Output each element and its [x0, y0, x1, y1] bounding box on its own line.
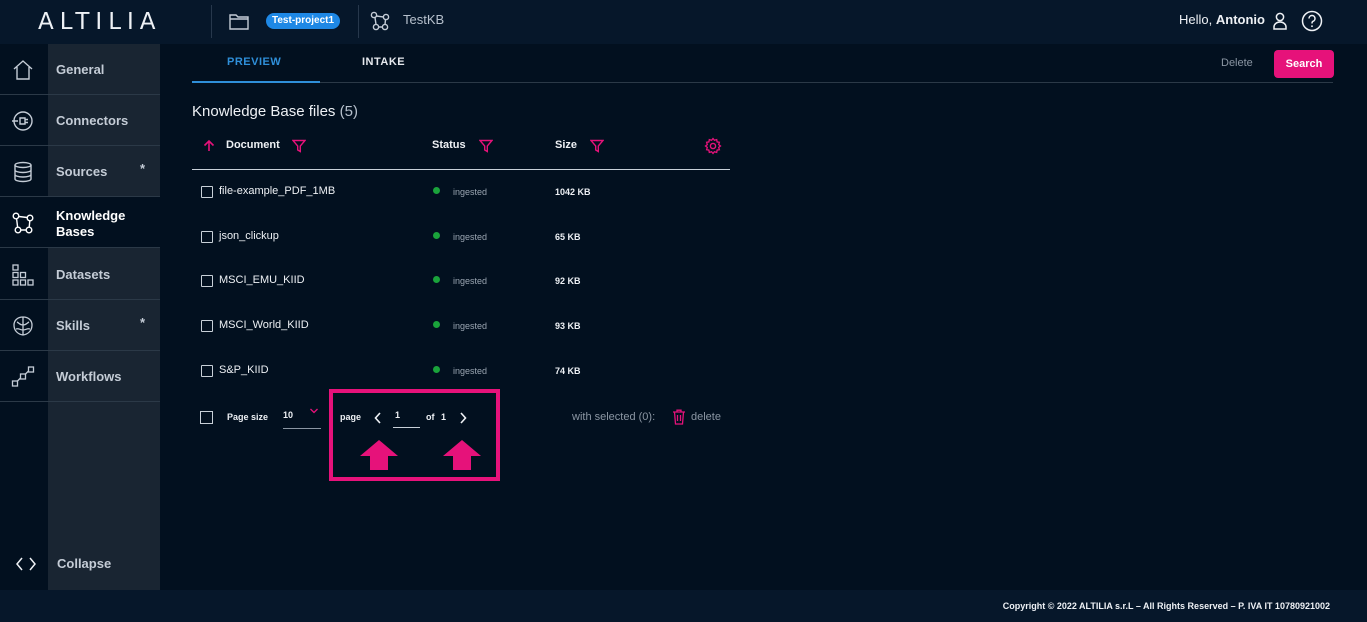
status-dot: [433, 366, 440, 373]
chevron-down-icon[interactable]: [309, 407, 319, 415]
top-bar: ALTILIA Test-project1 TestKB Hello, Anto…: [0, 0, 1367, 44]
status-dot: [433, 321, 440, 328]
page-title: Knowledge Base files (5): [192, 103, 358, 120]
sidebar-item-datasets[interactable]: Datasets: [0, 249, 160, 300]
filter-icon[interactable]: [292, 139, 306, 153]
sidebar-item-connectors[interactable]: Connectors: [0, 95, 160, 146]
trash-icon[interactable]: [672, 409, 686, 425]
status-text: ingested: [453, 321, 488, 331]
divider: [358, 5, 359, 38]
home-icon: [13, 60, 33, 80]
graph-nodes-icon: [12, 212, 34, 234]
divider: [211, 5, 212, 38]
collapse-icon[interactable]: [15, 556, 37, 572]
sidebar-item-label: Sources: [56, 164, 108, 179]
user-icon[interactable]: [1272, 12, 1288, 30]
sidebar-item-label: Datasets: [56, 267, 111, 282]
sidebar-item-label: General: [56, 62, 105, 77]
sidebar-item-general[interactable]: General: [0, 44, 160, 95]
sidebar-item-label: Skills: [56, 318, 90, 333]
table-row: MSCI_EMU_KIID ingested 92 KB: [192, 272, 730, 292]
status-text: ingested: [453, 187, 488, 197]
file-size: 65 KB: [555, 232, 581, 242]
status-text: ingested: [453, 232, 488, 242]
plug-icon: [12, 111, 33, 131]
row-checkbox[interactable]: [201, 365, 213, 377]
delete-selected-button[interactable]: delete: [691, 411, 721, 423]
gear-icon[interactable]: [704, 137, 722, 155]
document-name[interactable]: json_clickup: [219, 230, 279, 242]
status-dot: [433, 276, 440, 283]
arrow-up-icon: [360, 440, 398, 470]
column-header-status[interactable]: Status: [432, 139, 466, 151]
sidebar-item-label: Workflows: [56, 369, 122, 384]
file-count: (5): [339, 103, 358, 120]
file-size: 92 KB: [555, 276, 581, 286]
help-icon[interactable]: [1301, 10, 1323, 32]
delete-button[interactable]: Delete: [1221, 57, 1253, 69]
select-all-checkbox[interactable]: [200, 411, 213, 424]
sidebar-item-sources[interactable]: Sources *: [0, 146, 160, 197]
status-dot: [433, 187, 440, 194]
sidebar-item-skills[interactable]: Skills *: [0, 300, 160, 351]
graph-nodes-icon: [370, 11, 390, 31]
document-name[interactable]: MSCI_EMU_KIID: [219, 274, 305, 286]
column-header-document[interactable]: Document: [226, 139, 280, 151]
page-title-text: Knowledge Base files: [192, 103, 336, 120]
altilia-logo[interactable]: ALTILIA: [38, 9, 162, 35]
row-checkbox[interactable]: [201, 275, 213, 287]
sidebar-item-knowledge-bases[interactable]: Knowledge Bases: [0, 197, 160, 248]
active-tab-indicator: [192, 81, 320, 83]
status-dot: [433, 232, 440, 239]
user-name: Antonio: [1215, 12, 1265, 27]
project-badge[interactable]: Test-project1: [266, 13, 341, 29]
page-size-underline: [283, 428, 321, 429]
row-checkbox[interactable]: [201, 186, 213, 198]
file-size: 93 KB: [555, 321, 581, 331]
greeting: Hello, Antonio: [1179, 12, 1265, 27]
filter-icon[interactable]: [479, 139, 493, 153]
modified-marker: *: [140, 161, 146, 176]
table-header-divider: [192, 169, 730, 170]
collapse-button[interactable]: Collapse: [57, 556, 111, 571]
sidebar: General Connectors Sources * Knowledge B…: [0, 44, 160, 590]
document-name[interactable]: S&P_KIID: [219, 364, 269, 376]
footer: Copyright © 2022 ALTILIA s.r.L – All Rig…: [0, 590, 1367, 622]
page-size-label: Page size: [227, 412, 269, 422]
row-checkbox[interactable]: [201, 320, 213, 332]
with-selected-label: with selected (0):: [572, 411, 656, 423]
table-row: file-example_PDF_1MB ingested 1042 KB: [192, 183, 730, 203]
tab-intake[interactable]: INTAKE: [362, 56, 405, 68]
document-name[interactable]: file-example_PDF_1MB: [219, 185, 335, 197]
tab-preview[interactable]: PREVIEW: [227, 56, 281, 68]
table-row: S&P_KIID ingested 74 KB: [192, 362, 730, 382]
greeting-text: Hello,: [1179, 12, 1213, 27]
filter-icon[interactable]: [590, 139, 604, 153]
sidebar-item-label: Connectors: [56, 113, 129, 128]
sort-ascending-icon[interactable]: [202, 139, 216, 153]
sidebar-item-workflows[interactable]: Workflows: [0, 351, 160, 402]
row-checkbox[interactable]: [201, 231, 213, 243]
grid-icon: [12, 264, 34, 286]
tabs-divider: [192, 82, 1333, 83]
arrow-up-icon: [443, 440, 481, 470]
kb-title: TestKB: [403, 12, 445, 27]
table-row: json_clickup ingested 65 KB: [192, 228, 730, 248]
document-name[interactable]: MSCI_World_KIID: [219, 319, 309, 331]
page-size-select[interactable]: 10: [283, 410, 293, 420]
brain-icon: [13, 316, 33, 336]
workflow-icon: [11, 366, 35, 387]
folder-icon[interactable]: [229, 13, 249, 30]
file-size: 74 KB: [555, 366, 581, 376]
database-icon: [14, 161, 32, 183]
sidebar-item-label: Knowledge Bases: [56, 208, 126, 239]
column-header-size[interactable]: Size: [555, 139, 577, 151]
search-button[interactable]: Search: [1274, 50, 1334, 78]
modified-marker: *: [140, 315, 146, 330]
copyright-text: Copyright © 2022 ALTILIA s.r.L – All Rig…: [1002, 601, 1330, 611]
status-text: ingested: [453, 276, 488, 286]
table-row: MSCI_World_KIID ingested 93 KB: [192, 317, 730, 337]
file-size: 1042 KB: [555, 187, 591, 197]
status-text: ingested: [453, 366, 488, 376]
